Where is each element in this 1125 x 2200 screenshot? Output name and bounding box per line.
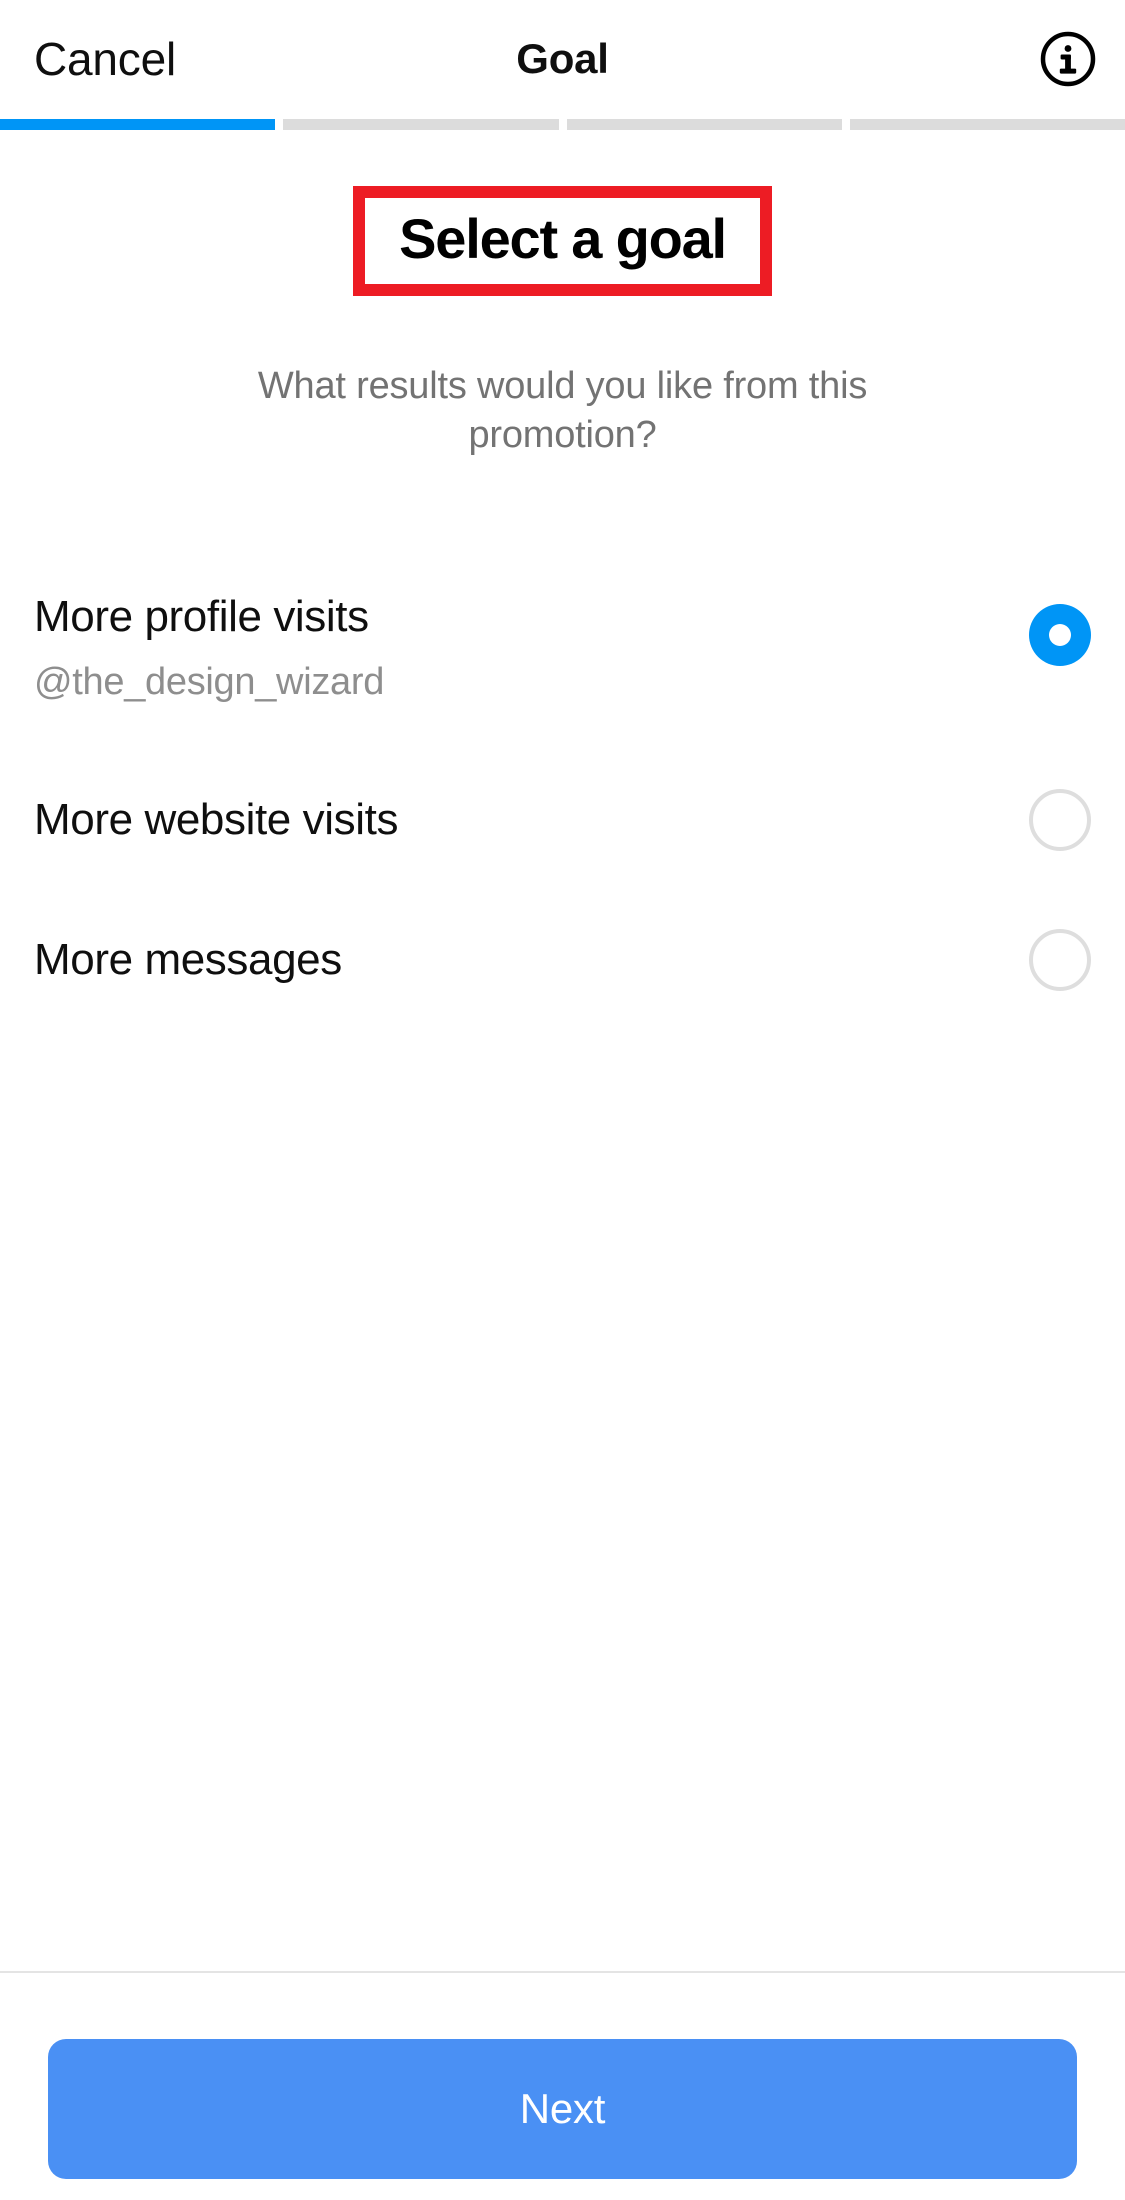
radio-button-unselected[interactable] [1029, 929, 1091, 991]
footer-bar: Next [0, 1973, 1125, 2200]
next-button[interactable]: Next [48, 2039, 1077, 2179]
option-label: More website visits [34, 795, 399, 845]
progress-segment-3 [566, 119, 842, 130]
goal-option-more-messages[interactable]: More messages [0, 890, 1125, 1030]
step-progress-bar [0, 119, 1125, 130]
info-button[interactable] [1039, 0, 1097, 118]
progress-segment-1 [0, 119, 276, 130]
option-sublabel-username: @the_design_wizard [34, 660, 385, 703]
option-text-group: More profile visits @the_design_wizard [34, 580, 384, 707]
option-label: More messages [34, 935, 342, 985]
radio-button-unselected[interactable] [1029, 789, 1091, 851]
option-text-group: More messages [34, 933, 342, 987]
headline-text: Select a goal [399, 207, 727, 270]
top-navigation-bar: Cancel Goal [0, 0, 1125, 118]
goal-option-more-website-visits[interactable]: More website visits [0, 750, 1125, 890]
goal-option-more-profile-visits[interactable]: More profile visits @the_design_wizard [0, 580, 1125, 750]
progress-segment-4 [849, 119, 1125, 130]
cancel-button[interactable]: Cancel [34, 0, 176, 118]
info-circle-icon [1039, 30, 1097, 88]
option-text-group: More website visits [34, 793, 398, 847]
subheadline-text: What results would you like from this pr… [257, 365, 868, 456]
headline-highlight-box: Select a goal [353, 186, 772, 297]
progress-segment-2 [283, 119, 559, 130]
radio-button-selected[interactable] [1029, 604, 1091, 666]
goal-options-list: More profile visits @the_design_wizard M… [0, 580, 1125, 1030]
headline-container: Select a goal [0, 186, 1125, 297]
option-label: More profile visits [34, 592, 369, 641]
